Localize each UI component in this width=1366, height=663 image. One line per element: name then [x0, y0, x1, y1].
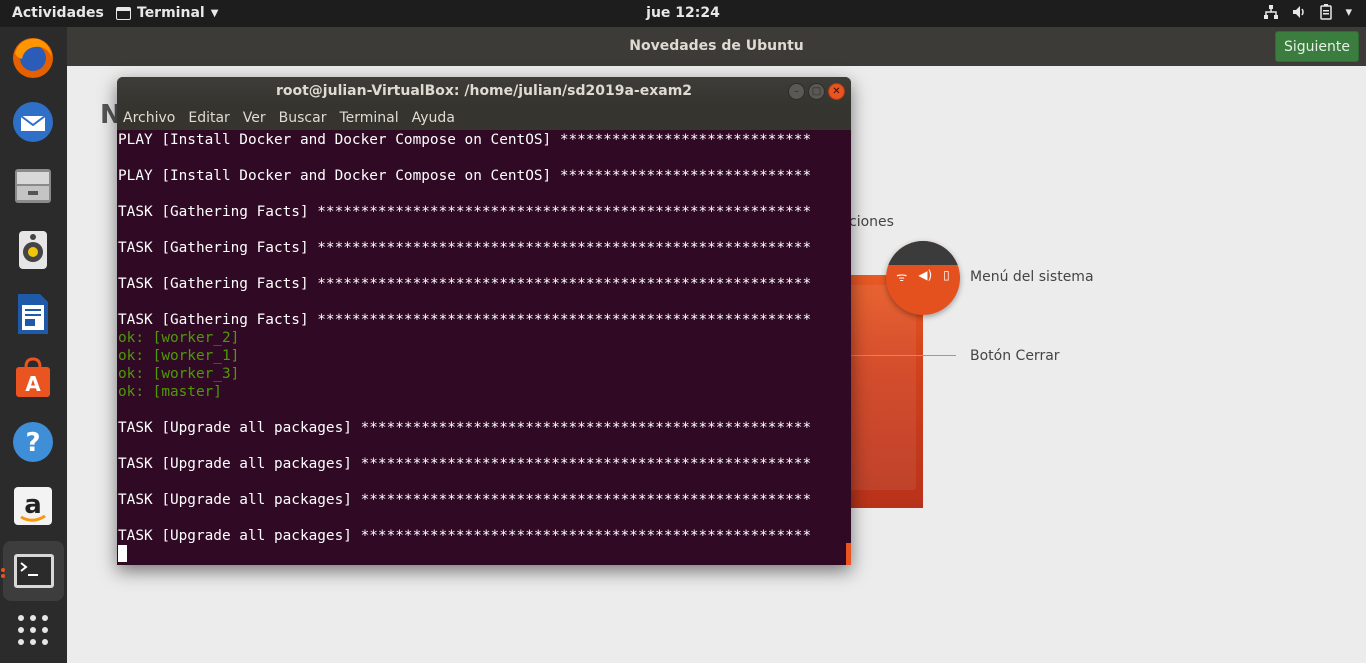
system-menu-magnifier: ᯤ ◀) ▯	[886, 241, 960, 315]
terminal-line: TASK [Upgrade all packages] ************…	[118, 528, 812, 544]
terminal-icon[interactable]	[3, 541, 64, 601]
wifi-icon: ᯤ	[896, 270, 908, 284]
callout-line	[851, 355, 956, 356]
terminal-line: TASK [Gathering Facts] *****************…	[118, 204, 812, 220]
running-indicator	[1, 574, 5, 578]
menu-ayuda[interactable]: Ayuda	[412, 106, 461, 130]
battery-icon	[1320, 4, 1333, 20]
activities-button[interactable]: Actividades	[12, 5, 104, 21]
terminal-output[interactable]: PLAY [Install Docker and Docker Compose …	[118, 131, 844, 565]
terminal-window[interactable]: root@julian-VirtualBox: /home/julian/sd2…	[117, 77, 851, 565]
chevron-down-icon: ▼	[210, 7, 219, 19]
terminal-line: PLAY [Install Docker and Docker Compose …	[118, 168, 812, 184]
app-grid-icon[interactable]	[8, 605, 58, 655]
battery-icon: ▯	[943, 268, 950, 282]
terminal-line: TASK [Upgrade all packages] ************…	[118, 456, 812, 472]
terminal-line: ok: [master]	[118, 384, 222, 400]
svg-text:a: a	[24, 490, 42, 520]
welcome-window-title: Novedades de Ubuntu	[629, 38, 804, 54]
close-button[interactable]: ✕	[828, 83, 845, 100]
welcome-window-header: Novedades de Ubuntu Siguiente	[67, 27, 1366, 66]
dock: A ? a	[0, 27, 67, 663]
system-menu-label: Menú del sistema	[970, 269, 1094, 285]
text-cursor	[118, 545, 127, 562]
system-tray[interactable]: ▾	[1263, 4, 1352, 20]
firefox-icon[interactable]	[8, 33, 58, 83]
menu-editar[interactable]: Editar	[188, 106, 235, 130]
software-center-icon[interactable]: A	[8, 353, 58, 403]
thunderbird-icon[interactable]	[8, 97, 58, 147]
terminal-line: TASK [Gathering Facts] *****************…	[118, 276, 812, 292]
terminal-scrollbar[interactable]	[846, 543, 851, 565]
volume-icon: ◀)	[918, 268, 933, 282]
terminal-line: TASK [Upgrade all packages] ************…	[118, 492, 812, 508]
help-icon[interactable]: ?	[8, 417, 58, 467]
files-icon[interactable]	[8, 161, 58, 211]
chevron-down-icon: ▾	[1345, 4, 1352, 20]
terminal-title: root@julian-VirtualBox: /home/julian/sd2…	[275, 83, 693, 99]
menu-terminal[interactable]: Terminal	[339, 106, 404, 130]
terminal-line: ok: [worker_1]	[118, 348, 240, 364]
callout-label: ciones	[849, 214, 894, 230]
menu-buscar[interactable]: Buscar	[279, 106, 333, 130]
next-button[interactable]: Siguiente	[1274, 31, 1359, 62]
rhythmbox-icon[interactable]	[8, 225, 58, 275]
maximize-button[interactable]: □	[808, 83, 825, 100]
terminal-line: TASK [Upgrade all packages] ************…	[118, 420, 812, 436]
amazon-icon[interactable]: a	[8, 481, 58, 531]
svg-text:A: A	[25, 372, 41, 396]
svg-text:?: ?	[25, 428, 40, 458]
menu-ver[interactable]: Ver	[243, 106, 272, 130]
top-bar: Actividades Terminal ▼ jue 12:24 ▾	[0, 0, 1366, 27]
terminal-line: TASK [Gathering Facts] *****************…	[118, 240, 812, 256]
terminal-line: ok: [worker_2]	[118, 330, 240, 346]
minimize-button[interactable]: –	[788, 83, 805, 100]
app-menu-label: Terminal	[137, 5, 205, 21]
terminal-line: ok: [worker_3]	[118, 366, 240, 382]
network-icon	[1264, 5, 1279, 19]
terminal-line: TASK [Gathering Facts] *****************…	[118, 312, 812, 328]
libreoffice-writer-icon[interactable]	[8, 289, 58, 339]
app-menu[interactable]: Terminal ▼	[116, 5, 218, 21]
terminal-titlebar[interactable]: root@julian-VirtualBox: /home/julian/sd2…	[117, 77, 851, 106]
volume-icon	[1293, 6, 1305, 18]
terminal-line: PLAY [Install Docker and Docker Compose …	[118, 132, 812, 148]
terminal-app-icon	[116, 6, 131, 20]
menu-archivo[interactable]: Archivo	[123, 106, 181, 130]
terminal-menubar: Archivo Editar Ver Buscar Terminal Ayuda	[117, 106, 851, 130]
terminal-prompt-line	[118, 545, 844, 563]
running-indicator	[1, 568, 5, 572]
close-button-label: Botón Cerrar	[970, 348, 1060, 364]
